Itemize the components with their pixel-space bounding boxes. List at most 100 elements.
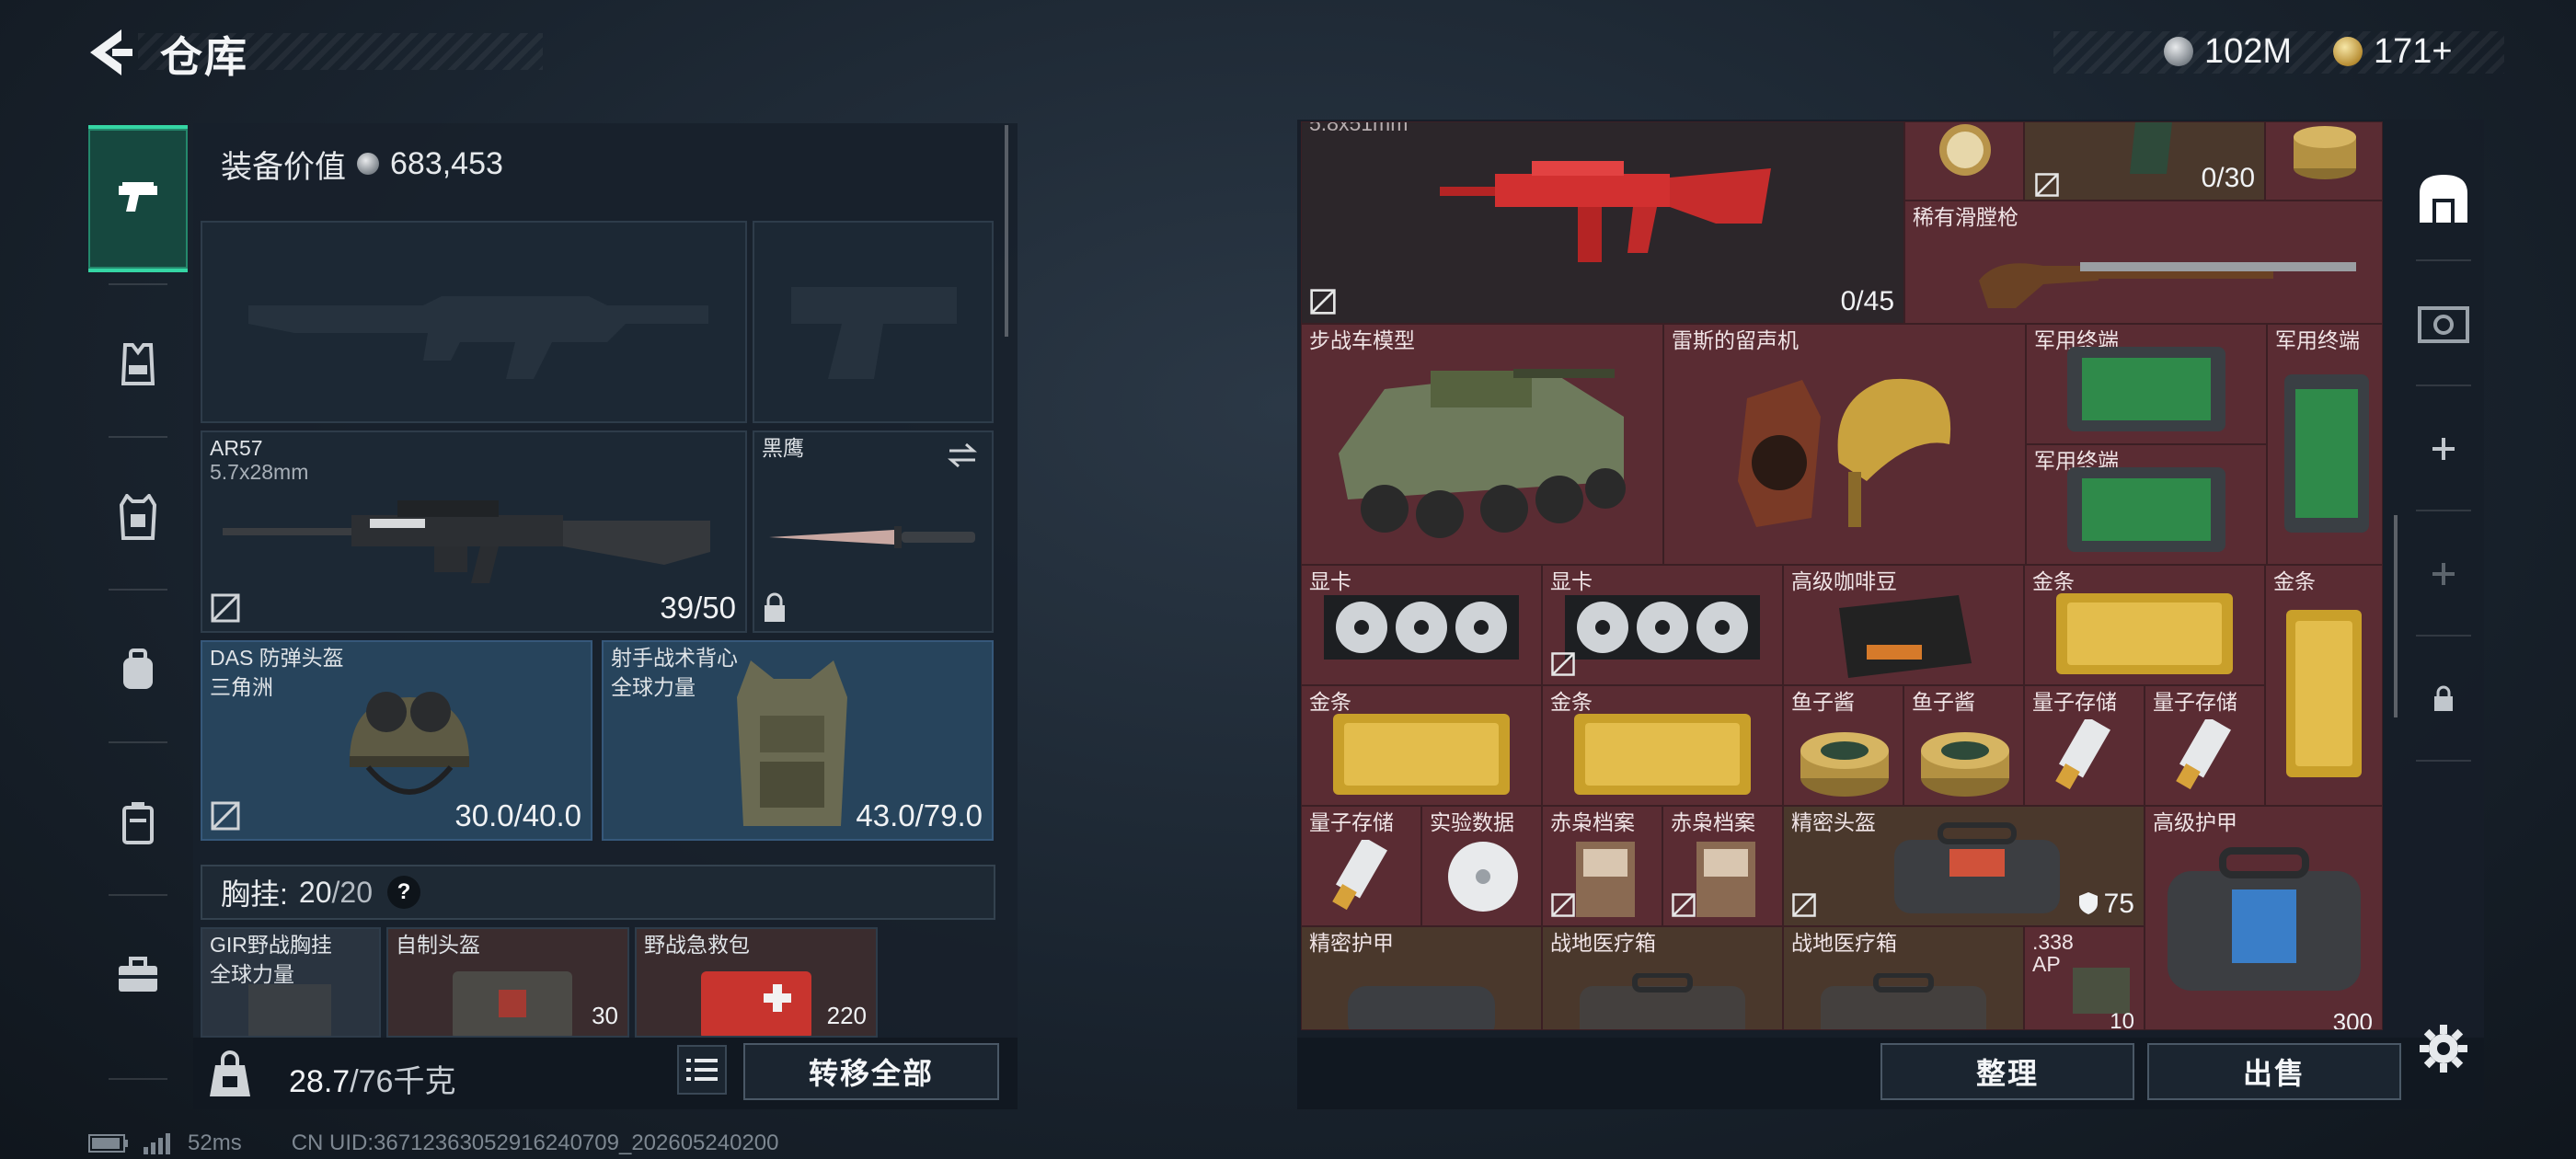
status-bar: 52ms CN UID:3671236305291624070​9_202605… xyxy=(88,1130,779,1157)
storage-scrollbar[interactable] xyxy=(2394,515,2398,717)
primary-weapon-slot[interactable]: AR57 5.7x28mm 39/50 xyxy=(201,430,747,633)
storage-item-usb[interactable]: 量子存储 xyxy=(2145,685,2265,806)
storage-item-armor-bag[interactable]: 精密护甲 xyxy=(1301,926,1542,1030)
storage-item-musket[interactable]: 稀有滑膛枪 xyxy=(1904,201,2383,324)
signal-icon xyxy=(144,1133,170,1154)
storage-item-rifle[interactable]: 5.8x51mm 0/45 xyxy=(1301,121,1904,324)
separator xyxy=(2416,760,2471,762)
transfer-all-button[interactable]: 转移全部 xyxy=(743,1043,999,1100)
storage-item-gold-bar[interactable]: 金条 xyxy=(1542,685,1783,806)
tab-main-storage[interactable] xyxy=(2405,153,2482,245)
category-case[interactable] xyxy=(88,749,188,896)
not-insured-icon xyxy=(1672,893,1696,917)
storage-item-helmet-bag[interactable]: 精密头盔 75 xyxy=(1783,806,2145,926)
tab-add-storage[interactable] xyxy=(2405,403,2482,495)
storage-item-terminal[interactable]: 军用终端 xyxy=(2026,324,2267,444)
storage-item-terminal[interactable]: 军用终端 xyxy=(2026,444,2267,565)
storage-item-gpu[interactable]: 显卡 xyxy=(1542,565,1783,685)
settings-gear-icon[interactable] xyxy=(2418,1023,2469,1074)
gold-amount: 171+ xyxy=(2374,31,2453,71)
storage-item-ammo-box[interactable]: .338 AP 10 xyxy=(2024,926,2145,1030)
rig-item[interactable]: 自制头盔 30 xyxy=(386,927,629,1038)
storage-item-gramophone[interactable]: 雷斯的留声机 xyxy=(1663,324,2026,565)
item-name: 高级护甲 xyxy=(2153,810,2237,834)
back-button[interactable] xyxy=(85,26,134,79)
pistol-slot-empty[interactable] xyxy=(753,221,994,423)
tin-can-icon xyxy=(2294,126,2356,179)
coffee-bag-icon xyxy=(1839,595,1972,678)
storage-item-files[interactable]: 赤枭档案 xyxy=(1662,806,1783,926)
list-view-button[interactable] xyxy=(677,1045,727,1095)
separator xyxy=(109,436,167,438)
storage-item-med-case[interactable]: 战地医疗箱 xyxy=(1783,926,2024,1030)
page-title: 仓库 xyxy=(160,33,248,81)
not-insured-icon xyxy=(1310,289,1336,315)
gpu-icon xyxy=(1324,595,1519,660)
storage-item-coffee[interactable]: 高级咖啡豆 xyxy=(1783,565,2024,685)
armor-origin: 全球力量 xyxy=(611,675,696,699)
list-icon xyxy=(686,1059,718,1081)
compass-icon xyxy=(1939,124,1991,176)
gramophone-icon xyxy=(1738,378,1951,527)
storage-item-usb[interactable]: 量子存储 xyxy=(1301,806,1421,926)
silver-currency[interactable]: 102M xyxy=(2164,28,2292,75)
storage-item-tin[interactable] xyxy=(2265,121,2383,201)
storage-item-terminal[interactable]: 军用终端 xyxy=(2267,324,2383,565)
help-button[interactable]: ? xyxy=(386,876,420,909)
rig-item[interactable]: 野战急救包 220 xyxy=(635,927,878,1038)
storage-item-gold-bar[interactable]: 金条 xyxy=(2265,565,2383,806)
gold-currency[interactable]: 171+ xyxy=(2333,28,2453,75)
separator xyxy=(109,741,167,743)
medkit-icon xyxy=(119,957,157,992)
separator xyxy=(109,283,167,285)
tab-safe-box[interactable] xyxy=(2405,278,2482,370)
rig-item[interactable]: GIR野战胸挂 全球力量 xyxy=(201,927,381,1038)
helmet-slot[interactable]: DAS 防弹头盔 三角洲 30.0/40.0 xyxy=(201,640,592,841)
sell-button[interactable]: 出售 xyxy=(2147,1043,2401,1100)
storage-item-usb[interactable]: 量子存储 xyxy=(2024,685,2145,806)
storage-item-ifv-model[interactable]: 步战车模型 xyxy=(1301,324,1663,565)
user-uid: CN UID:3671236305291624070​9_20260524020… xyxy=(291,1130,779,1155)
musket-icon xyxy=(1979,262,2356,308)
rifle-silhouette-icon xyxy=(248,296,708,379)
item-name: 稀有滑膛枪 xyxy=(1913,205,2018,229)
item-name: 金条 xyxy=(2273,569,2316,593)
helmet-bag-icon xyxy=(1894,822,2060,913)
item-name: 量子存储 xyxy=(1309,810,1394,834)
tab-locked[interactable] xyxy=(2405,653,2482,745)
storage-item-disc[interactable]: 实验数据 xyxy=(1421,806,1542,926)
caviar-tin-icon xyxy=(1800,732,1889,797)
files-icon xyxy=(1696,842,1755,917)
ammo-box-icon xyxy=(2073,968,2130,1014)
loadout-scrollbar[interactable] xyxy=(1005,125,1008,337)
not-insured-icon xyxy=(1792,893,1816,917)
armor-bag-icon xyxy=(1348,986,1495,1029)
separator xyxy=(109,1078,167,1080)
swap-icon[interactable] xyxy=(946,442,979,469)
category-medical[interactable] xyxy=(88,901,188,1049)
category-chest-rig[interactable] xyxy=(88,291,188,438)
armor-slot[interactable]: 射手战术背心 全球力量 43.0/79.0 xyxy=(602,640,994,841)
storage-item-files[interactable]: 赤枭档案 xyxy=(1542,806,1662,926)
category-weapons[interactable] xyxy=(88,125,188,272)
storage-item-armor-bag[interactable]: 高级护甲 300 xyxy=(2145,806,2383,1030)
storage-item-med-case[interactable]: 战地医疗箱 xyxy=(1542,926,1783,1030)
storage-item-caviar[interactable]: 鱼子酱 xyxy=(1783,685,1903,806)
sort-button[interactable]: 整理 xyxy=(1880,1043,2134,1100)
melee-slot[interactable]: 黑鹰 xyxy=(753,430,994,633)
tab-add-storage-disabled[interactable] xyxy=(2405,528,2482,620)
separator xyxy=(2416,259,2471,261)
storage-item-gpu[interactable]: 显卡 xyxy=(1301,565,1542,685)
category-armor[interactable] xyxy=(88,443,188,591)
storage-item-caviar[interactable]: 鱼子酱 xyxy=(1903,685,2024,806)
storage-item-compass[interactable] xyxy=(1904,121,2024,201)
storage-item-gold-bar[interactable]: 金条 xyxy=(1301,685,1542,806)
category-backpack[interactable] xyxy=(88,596,188,743)
magazine-icon xyxy=(2130,122,2172,174)
storage-item-magazine[interactable]: 0/30 xyxy=(2024,121,2265,201)
terminal-icon xyxy=(2284,374,2369,533)
item-name: 赤枭档案 xyxy=(1550,810,1635,834)
primary-weapon-slot-empty[interactable] xyxy=(201,221,747,423)
storage-item-gold-bar[interactable]: 金条 xyxy=(2024,565,2265,685)
separator xyxy=(109,894,167,896)
